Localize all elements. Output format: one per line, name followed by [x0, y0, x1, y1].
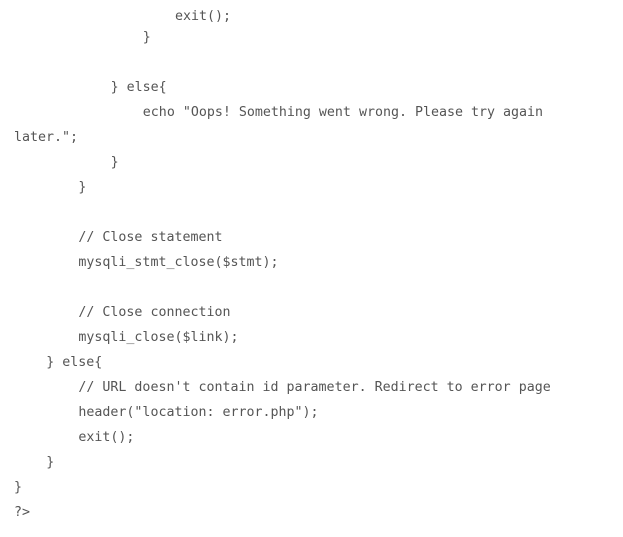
code-line: } else{ [0, 75, 623, 100]
code-line-text: exit(); [175, 9, 232, 24]
code-line-text: } [14, 480, 23, 495]
code-block: exit();} } else{ echo "Oops! Something wen… [0, 0, 623, 537]
code-line-text: exit(); [78, 430, 135, 445]
code-line-text: mysqli_stmt_close($stmt); [78, 255, 279, 270]
code-line-text: header("location: error.php"); [78, 405, 319, 420]
code-line: exit(); [0, 425, 623, 450]
code-line: echo "Oops! Something went wrong. Please… [0, 100, 623, 125]
code-line: } [0, 175, 623, 200]
code-line-text: } [110, 155, 119, 170]
code-line: // URL doesn't contain id parameter. Red… [0, 375, 623, 400]
code-line-text: // Close statement [78, 230, 223, 245]
code-line: } else{ [0, 350, 623, 375]
code-line: } [0, 25, 623, 50]
code-line-text: // Close connection [78, 305, 231, 320]
code-line-text: mysqli_close($link); [78, 330, 239, 345]
code-line: ?> [0, 500, 623, 525]
code-line [0, 275, 623, 300]
code-line-text: // URL doesn't contain id parameter. Red… [78, 380, 551, 395]
code-line: mysqli_stmt_close($stmt); [0, 250, 623, 275]
code-line-text: later."; [14, 130, 79, 145]
code-line: // Close connection [0, 300, 623, 325]
code-line: later."; [0, 125, 623, 150]
code-line: } [0, 475, 623, 500]
code-line-text: echo "Oops! Something went wrong. Please… [142, 105, 544, 120]
code-line: mysqli_close($link); [0, 325, 623, 350]
code-line: // Close statement [0, 225, 623, 250]
code-line: } [0, 450, 623, 475]
code-line-text: } else{ [46, 355, 103, 370]
code-line: header("location: error.php"); [0, 400, 623, 425]
code-line-text: } [46, 455, 55, 470]
code-line-text: ?> [14, 505, 31, 520]
code-line-text: } [142, 30, 151, 45]
code-line: } [0, 150, 623, 175]
code-line [0, 200, 623, 225]
code-line-text: } [78, 180, 87, 195]
code-line [0, 50, 623, 75]
code-line-text: } else{ [110, 80, 167, 95]
